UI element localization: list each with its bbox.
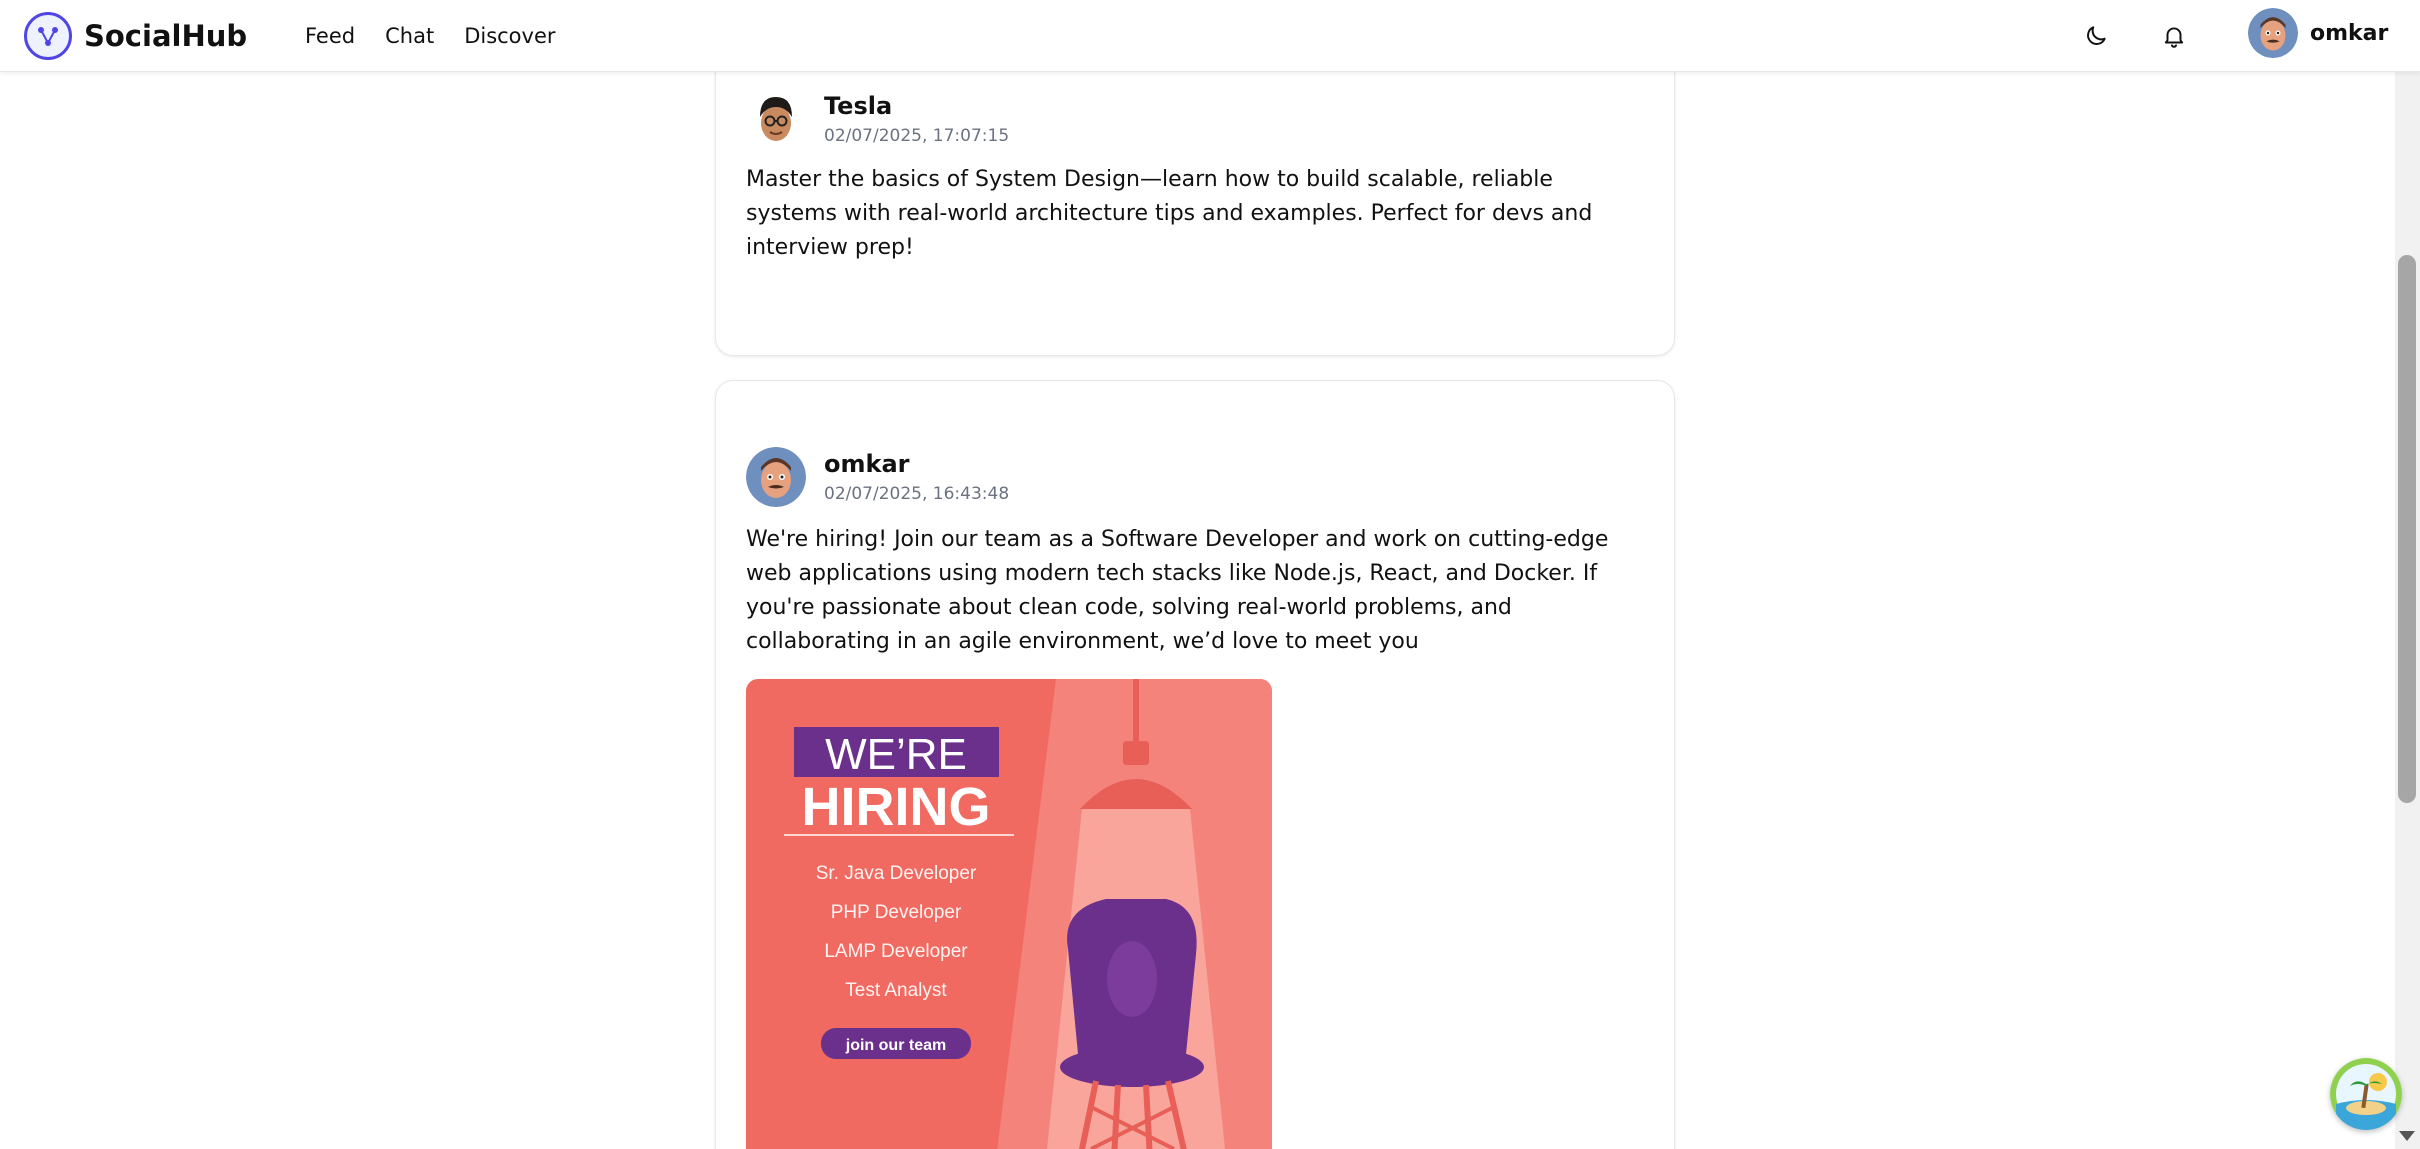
bell-icon[interactable]: [2152, 14, 2196, 58]
hiring-headline-bottom: HIRING: [802, 777, 991, 837]
hiring-role: LAMP Developer: [824, 941, 968, 962]
hiring-cta: join our team: [845, 1037, 946, 1054]
brand-name: SocialHub: [84, 19, 248, 53]
scroll-down-arrow-icon[interactable]: [2396, 1128, 2418, 1144]
top-nav-bar: SocialHub Feed Chat Discover omkar: [0, 0, 2420, 72]
author-block: Tesla 02/07/2025, 17:07:15: [824, 92, 1009, 146]
avatar[interactable]: [746, 447, 806, 507]
post-timestamp: 02/07/2025, 17:07:15: [824, 126, 1010, 146]
island-bot-icon[interactable]: [2330, 1058, 2402, 1130]
hiring-poster-image[interactable]: WE’RE HIRING Sr. Java Developer PHP Deve…: [746, 679, 1272, 1149]
avatar[interactable]: [746, 89, 806, 149]
user-menu[interactable]: omkar: [2248, 8, 2388, 58]
post-timestamp: 02/07/2025, 16:43:48: [824, 484, 1010, 504]
scrollbar-thumb[interactable]: [2398, 255, 2416, 803]
hiring-role: Test Analyst: [845, 980, 947, 1001]
current-username: omkar: [2310, 20, 2389, 46]
post-text: We're hiring! Join our team as a Softwar…: [746, 527, 1609, 654]
moon-icon[interactable]: [2074, 14, 2118, 58]
hiring-role: Sr. Java Developer: [816, 863, 977, 884]
avatar: [2248, 8, 2298, 58]
post-text: Master the basics of System Design—learn…: [746, 167, 1593, 260]
main-nav: Feed Chat Discover: [305, 0, 556, 72]
author-block: omkar 02/07/2025, 16:43:48: [824, 450, 1009, 504]
post-header: omkar 02/07/2025, 16:43:48: [746, 447, 1009, 507]
network-logo-icon: [24, 12, 72, 60]
hiring-role: PHP Developer: [831, 902, 962, 923]
nav-chat[interactable]: Chat: [385, 24, 434, 48]
post-card: omkar 02/07/2025, 16:43:48 We're hiring!…: [715, 380, 1675, 1149]
post-author[interactable]: omkar: [824, 450, 1009, 478]
brand[interactable]: SocialHub: [24, 8, 247, 64]
nav-feed[interactable]: Feed: [305, 24, 355, 48]
hiring-headline-top: WE’RE: [825, 730, 967, 779]
nav-discover[interactable]: Discover: [464, 24, 555, 48]
post-header: Tesla 02/07/2025, 17:07:15: [746, 89, 1009, 149]
post-author[interactable]: Tesla: [824, 92, 1009, 120]
